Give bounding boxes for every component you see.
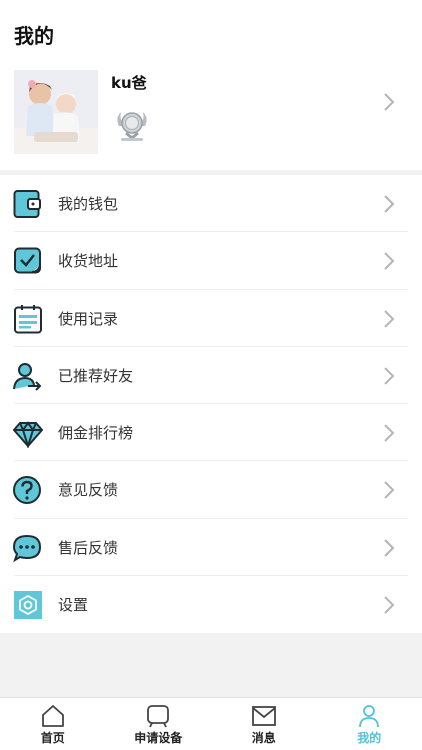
tab-label: 申请设备 xyxy=(134,731,183,745)
menu-label: 使用记录 xyxy=(58,309,119,328)
menu-label: 收货地址 xyxy=(58,252,119,271)
tab-label: 我的 xyxy=(357,731,382,745)
usage-record-icon xyxy=(14,304,42,333)
settings-icon xyxy=(14,590,42,619)
chevron-right-icon xyxy=(384,424,395,442)
diamond-icon xyxy=(12,421,44,448)
person-icon xyxy=(359,705,380,728)
menu-item-after-sales[interactable]: 售后反馈 xyxy=(0,519,422,576)
avatar[interactable] xyxy=(14,70,98,154)
menu-item-wallet[interactable]: 我的钱包 xyxy=(0,175,422,233)
baby-photo-avatar xyxy=(14,70,98,154)
menu-label: 售后反馈 xyxy=(58,538,119,557)
chevron-right-icon xyxy=(384,252,395,270)
tab-messages[interactable]: 消息 xyxy=(211,698,317,750)
chat-icon xyxy=(12,534,42,562)
chevron-right-icon xyxy=(384,309,395,328)
menu-label: 设置 xyxy=(58,595,89,614)
menu-item-settings[interactable]: 设置 xyxy=(0,576,422,633)
address-check-icon xyxy=(14,247,41,274)
wallet-icon xyxy=(13,190,41,218)
menu-list: 我的钱包 收货地址 使用记录 已推荐好友 佣金排行榜 意见反馈 售后反馈 设置 xyxy=(0,175,422,633)
referred-friend-icon xyxy=(13,362,42,391)
menu-item-usage-record[interactable]: 使用记录 xyxy=(0,290,422,347)
chevron-right-icon[interactable] xyxy=(380,90,398,114)
home-icon xyxy=(41,705,64,727)
chevron-right-icon xyxy=(384,538,395,557)
tab-apply-device[interactable]: 申请设备 xyxy=(106,698,212,750)
menu-label: 已推荐好友 xyxy=(58,366,134,385)
profile-header: 我的 ku爸 xyxy=(0,0,422,170)
menu-item-address[interactable]: 收货地址 xyxy=(0,232,422,290)
chevron-right-icon xyxy=(384,195,395,213)
menu-label: 意见反馈 xyxy=(58,481,119,500)
menu-label: 佣金排行榜 xyxy=(58,424,134,442)
question-icon xyxy=(13,476,41,505)
tab-label: 消息 xyxy=(251,731,276,745)
menu-item-commission-ranking[interactable]: 佣金排行榜 xyxy=(0,404,422,462)
menu-label: 我的钱包 xyxy=(58,195,119,213)
mail-icon xyxy=(251,706,276,726)
bottom-tab-bar: 首页 申请设备 消息 我的 xyxy=(0,697,422,750)
tab-label: 首页 xyxy=(40,731,65,745)
device-icon xyxy=(147,705,170,728)
username: ku爸 xyxy=(111,74,147,92)
silver-medal-icon xyxy=(117,112,147,141)
tab-mine[interactable]: 我的 xyxy=(317,698,422,750)
chevron-right-icon xyxy=(384,481,395,499)
menu-item-feedback[interactable]: 意见反馈 xyxy=(0,461,422,519)
tab-home[interactable]: 首页 xyxy=(0,698,106,750)
page-title: 我的 xyxy=(14,24,54,48)
chevron-right-icon xyxy=(384,596,395,614)
menu-item-referred-friends[interactable]: 已推荐好友 xyxy=(0,347,422,404)
chevron-right-icon xyxy=(384,367,395,385)
